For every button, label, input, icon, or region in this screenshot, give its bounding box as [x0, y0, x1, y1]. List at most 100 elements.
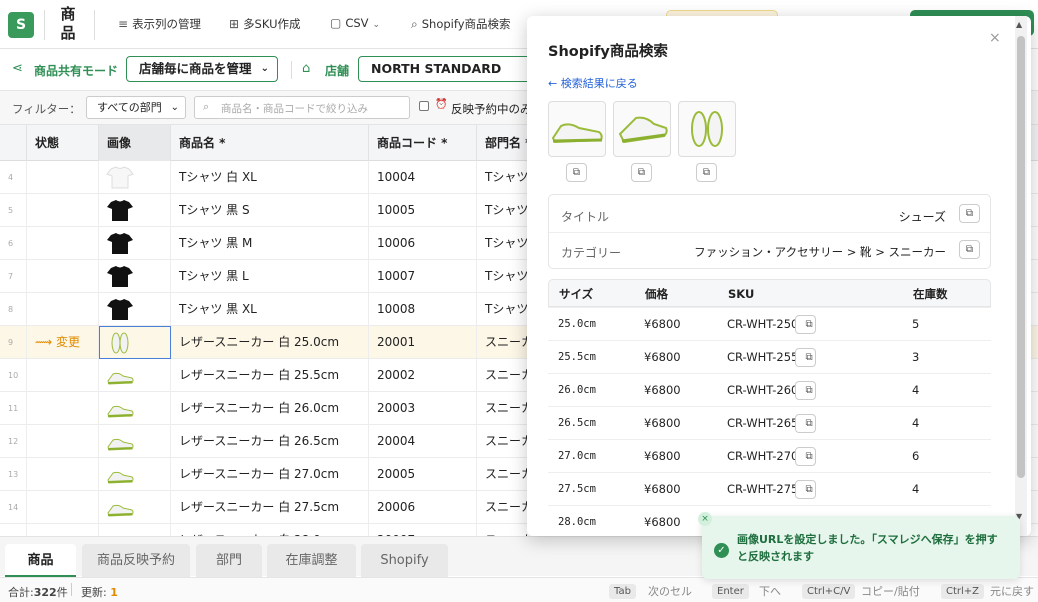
code-cell[interactable]: 20005: [369, 458, 477, 491]
category-value: ファッション・アクセサリー > 靴 > スニーカー: [694, 245, 946, 259]
status-cell[interactable]: [27, 458, 99, 491]
toast-message: 画像URLを設定しました。「スマレジへ保存」を押すと反映されます: [737, 533, 998, 563]
code-cell[interactable]: 10005: [369, 194, 477, 227]
name-cell[interactable]: レザースニーカー 白 26.0cm: [171, 392, 369, 425]
name-cell[interactable]: レザースニーカー 白 26.5cm: [171, 425, 369, 458]
close-icon[interactable]: ×: [698, 512, 712, 526]
black-tshirt-image: [105, 198, 135, 223]
black-tshirt-image: [105, 231, 135, 256]
multi-sku-button[interactable]: ⊞ 多SKU作成: [229, 16, 301, 32]
row-number: 12: [0, 425, 27, 458]
csv-button[interactable]: ▢ CSV ⌄: [330, 16, 380, 30]
title-label: タイトル: [561, 210, 610, 224]
tab-reservations[interactable]: 商品反映予約: [82, 544, 190, 577]
copy-sku-button[interactable]: ⧉: [795, 315, 816, 334]
shopify-image-2[interactable]: [613, 101, 671, 157]
tab-stock-adjust[interactable]: 在庫調整: [267, 544, 356, 577]
total-count: 合計:322件: [8, 586, 68, 599]
sneaker-image: [105, 363, 135, 388]
name-cell[interactable]: レザースニーカー 白 27.5cm: [171, 491, 369, 524]
name-cell[interactable]: レザースニーカー 白 25.5cm: [171, 359, 369, 392]
reserve-only-checkbox[interactable]: [419, 101, 429, 111]
manage-columns-button[interactable]: ≡ 表示列の管理: [118, 16, 201, 32]
close-icon[interactable]: ×: [989, 30, 1001, 46]
copy-icon: ⧉: [965, 208, 974, 219]
row-number: 8: [0, 293, 27, 326]
status-cell[interactable]: [27, 392, 99, 425]
code-cell[interactable]: 10004: [369, 161, 477, 194]
code-cell[interactable]: 20002: [369, 359, 477, 392]
copy-sku-button[interactable]: ⧉: [795, 348, 816, 367]
copy-title-button[interactable]: ⧉: [959, 204, 980, 223]
code-cell[interactable]: 20001: [369, 326, 477, 359]
sneaker-image: [105, 429, 135, 454]
copy-sku-button[interactable]: ⧉: [795, 447, 816, 466]
copy-image-2-button[interactable]: ⧉: [631, 163, 652, 182]
white-tshirt-image: [105, 165, 135, 190]
copy-category-button[interactable]: ⧉: [959, 240, 980, 259]
copy-icon: ⧉: [805, 451, 813, 462]
department-select[interactable]: すべての部門 ⌄: [86, 96, 186, 119]
name-cell[interactable]: Tシャツ 白 XL: [171, 161, 369, 194]
share-mode-select[interactable]: 店舗毎に商品を管理 ⌄: [126, 56, 278, 82]
tab-departments[interactable]: 部門: [196, 544, 262, 577]
code-cell[interactable]: 10008: [369, 293, 477, 326]
code-cell[interactable]: 10007: [369, 260, 477, 293]
product-info-card: タイトル シューズ ⧉ カテゴリー ファッション・アクセサリー > 靴 > スニ…: [548, 194, 991, 269]
copy-sku-button[interactable]: ⧉: [795, 414, 816, 433]
tab-shopify[interactable]: Shopify: [361, 544, 448, 577]
copy-icon: ⧉: [702, 167, 711, 178]
name-cell[interactable]: レザースニーカー 白 27.0cm: [171, 458, 369, 491]
shopify-search-panel: Shopify商品検索 × ← 検索結果に戻る ⧉ ⧉ ⧉ タイトル シューズ …: [527, 16, 1031, 536]
status-cell[interactable]: [27, 161, 99, 194]
store-icon: ⌂: [302, 61, 311, 76]
reserve-only-label: 反映予約中のみ: [451, 102, 532, 116]
header-name[interactable]: 商品名 *: [171, 125, 369, 161]
status-cell[interactable]: [27, 491, 99, 524]
status-cell[interactable]: [27, 194, 99, 227]
status-cell[interactable]: ⟿ 変更: [27, 326, 99, 359]
name-cell[interactable]: Tシャツ 黒 M: [171, 227, 369, 260]
status-cell[interactable]: [27, 260, 99, 293]
file-icon: ▢: [330, 16, 342, 30]
product-search-input[interactable]: ⌕ 商品名・商品コードで絞り込み: [194, 96, 410, 119]
code-cell[interactable]: 20006: [369, 491, 477, 524]
search-icon: ⌕: [203, 100, 210, 113]
category-label: カテゴリー: [561, 246, 622, 260]
header-status[interactable]: 状態: [27, 125, 99, 161]
copy-image-1-button[interactable]: ⧉: [566, 163, 587, 182]
share-icon: ⋖: [12, 61, 23, 76]
name-cell[interactable]: レザースニーカー 白 25.0cm: [171, 326, 369, 359]
status-cell[interactable]: [27, 359, 99, 392]
name-cell[interactable]: Tシャツ 黒 L: [171, 260, 369, 293]
tab-products[interactable]: 商品: [5, 544, 76, 577]
page-title: 商品: [60, 5, 76, 42]
row-number: 4: [0, 161, 27, 194]
store-select[interactable]: NORTH STANDARD: [358, 56, 538, 82]
copy-image-3-button[interactable]: ⧉: [696, 163, 717, 182]
header-image[interactable]: 画像: [99, 125, 171, 161]
panel-scrollbar[interactable]: ▲ ▼: [1015, 16, 1027, 536]
shopify-image-3[interactable]: [678, 101, 736, 157]
status-cell[interactable]: [27, 227, 99, 260]
copy-icon: ⧉: [805, 484, 813, 495]
code-cell[interactable]: 20004: [369, 425, 477, 458]
code-cell[interactable]: 10006: [369, 227, 477, 260]
scrollbar-thumb[interactable]: [1017, 36, 1025, 478]
name-cell[interactable]: Tシャツ 黒 XL: [171, 293, 369, 326]
copy-sku-button[interactable]: ⧉: [795, 381, 816, 400]
code-cell[interactable]: 20003: [369, 392, 477, 425]
shopify-image-1[interactable]: [548, 101, 606, 157]
row-number: 11: [0, 392, 27, 425]
row-number: 13: [0, 458, 27, 491]
header-code[interactable]: 商品コード *: [369, 125, 477, 161]
status-cell[interactable]: [27, 293, 99, 326]
copy-sku-button[interactable]: ⧉: [795, 480, 816, 499]
back-to-results-link[interactable]: ← 検索結果に戻る: [548, 75, 638, 91]
row-number: 5: [0, 194, 27, 227]
status-cell[interactable]: [27, 425, 99, 458]
sneaker-top-image: [691, 111, 723, 147]
shopify-search-button[interactable]: ⌕ Shopify商品検索: [411, 16, 511, 32]
row-number: 10: [0, 359, 27, 392]
name-cell[interactable]: Tシャツ 黒 S: [171, 194, 369, 227]
